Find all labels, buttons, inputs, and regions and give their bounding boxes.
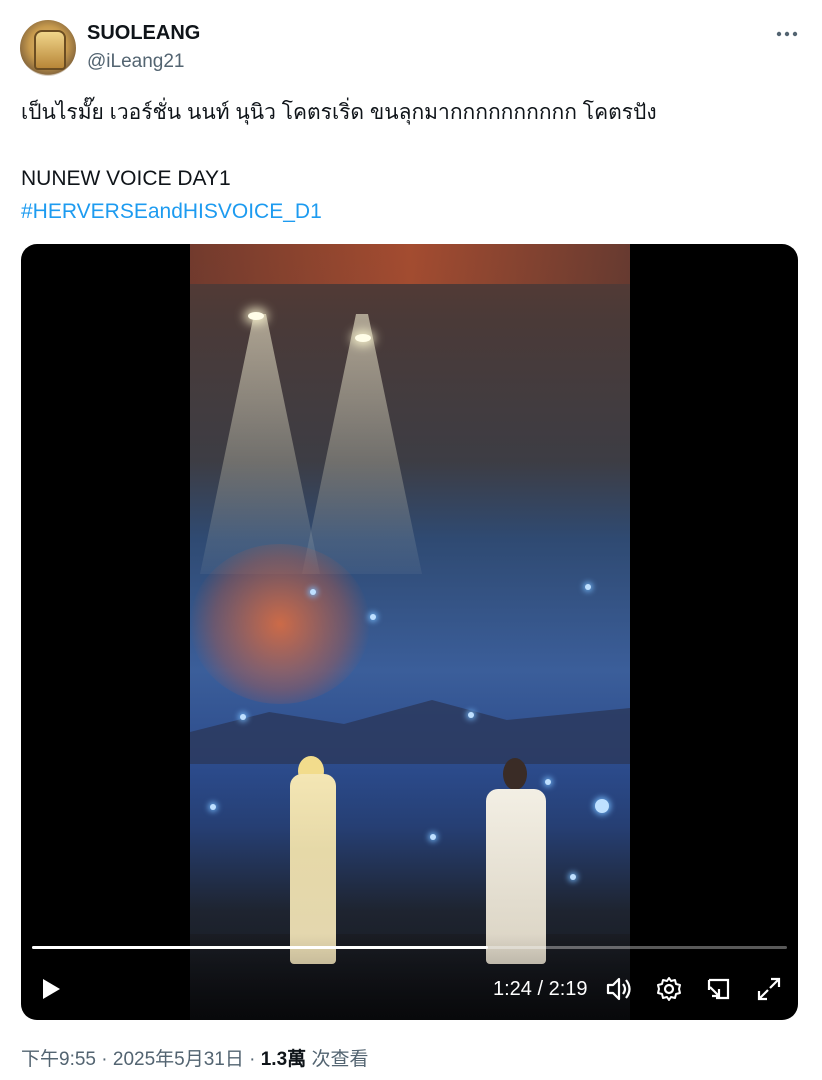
view-count: 1.3萬 xyxy=(260,1049,307,1070)
duration: 2:19 xyxy=(548,978,588,1000)
progress-fill xyxy=(32,946,489,949)
avatar-emblem xyxy=(34,30,66,70)
volume-icon[interactable] xyxy=(603,972,635,1006)
tweet-line: NUNEW VOICE DAY1 xyxy=(21,167,231,190)
fullscreen-icon[interactable] xyxy=(753,972,785,1006)
tweet-time[interactable]: 下午9:55 xyxy=(21,1049,96,1070)
play-icon[interactable] xyxy=(35,972,67,1006)
view-count-label: 次查看 xyxy=(311,1049,369,1070)
author-display-name[interactable]: SUOLEANG xyxy=(87,22,200,45)
stage-light xyxy=(355,334,371,342)
more-horizontal-icon[interactable] xyxy=(772,19,802,49)
current-time: 1:24 xyxy=(493,978,532,1000)
tweet-text: เป็นไรมั๊ย เวอร์ชั่น นนท์ นุนิว โคตรเริ่… xyxy=(21,96,801,228)
pip-icon[interactable] xyxy=(703,972,735,1006)
video-controls: 1:24 / 2:19 xyxy=(21,934,798,1020)
stage-light xyxy=(248,312,264,320)
time-display: 1:24 / 2:19 xyxy=(493,976,588,1002)
tweet-date[interactable]: 2025年5月31日 xyxy=(113,1049,244,1070)
hashtag-link[interactable]: #HERVERSEandHISVOICE_D1 xyxy=(21,195,801,228)
tweet-line: เป็นไรมั๊ย เวอร์ชั่น นนท์ นุนิว โคตรเริ่… xyxy=(21,101,657,124)
video-frame[interactable] xyxy=(190,244,630,1020)
progress-bar[interactable] xyxy=(32,946,787,949)
video-player[interactable]: 1:24 / 2:19 xyxy=(21,244,798,1020)
time-separator: / xyxy=(537,978,544,1000)
meta-separator: · xyxy=(249,1049,256,1070)
tweet-meta: 下午9:55 · 2025年5月31日 · 1.3萬 次查看 xyxy=(21,1044,368,1071)
author-avatar[interactable] xyxy=(20,20,76,76)
settings-icon[interactable] xyxy=(653,972,685,1006)
author-handle[interactable]: @iLeang21 xyxy=(87,51,184,73)
meta-separator: · xyxy=(101,1049,108,1070)
